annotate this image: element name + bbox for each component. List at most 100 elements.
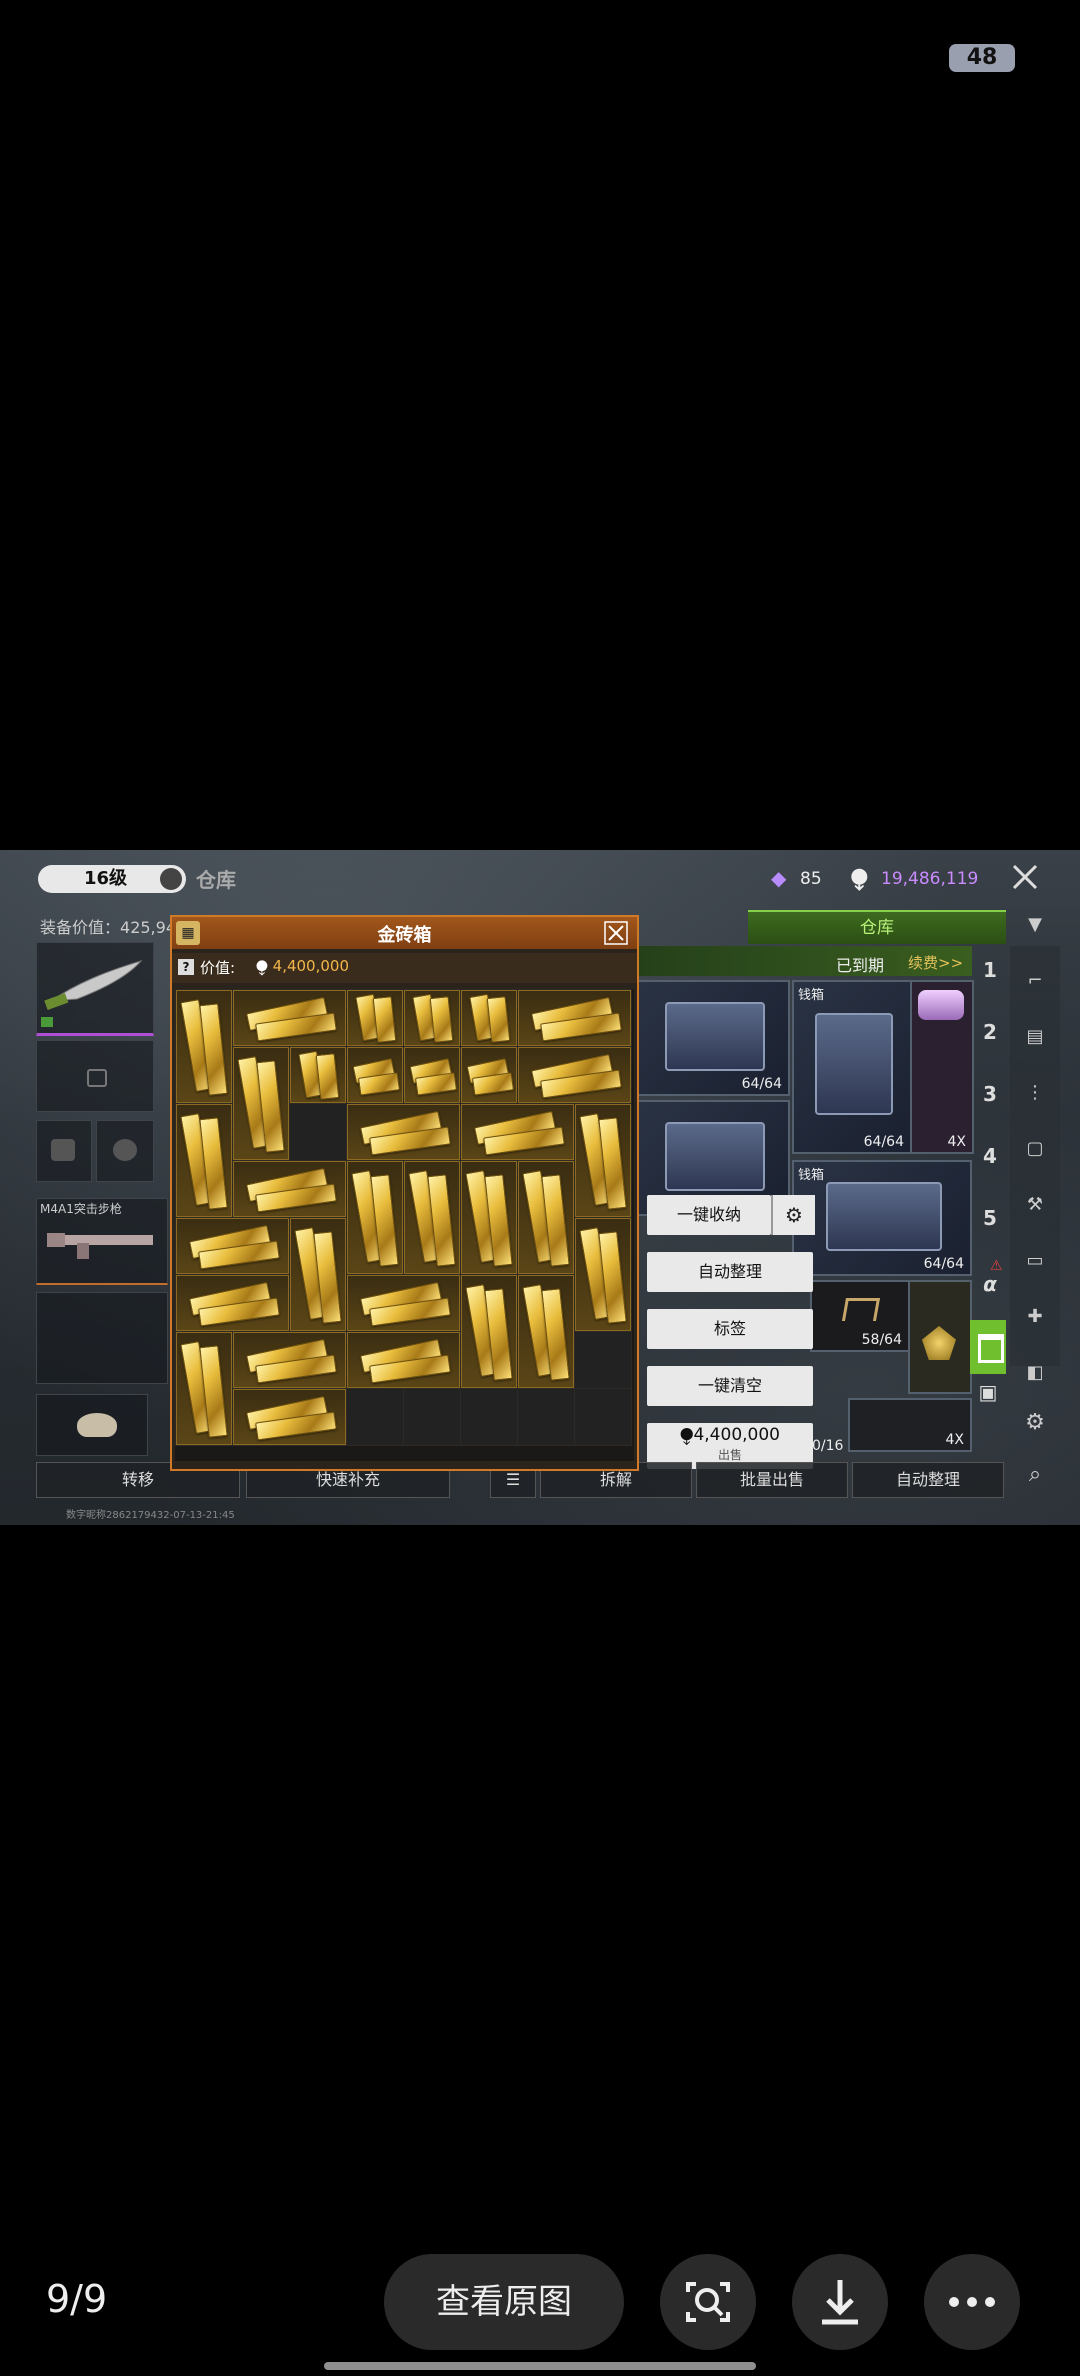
medal-icon [922, 1326, 956, 1360]
skin-item[interactable]: 4X [910, 980, 974, 1154]
gold-brick-item[interactable] [518, 1047, 631, 1103]
view-original-button[interactable]: 查看原图 [384, 2254, 624, 2350]
misc-icon[interactable]: ◧ [1022, 1362, 1048, 1384]
gold-brick-item[interactable] [233, 990, 346, 1046]
gold-brick-item[interactable] [347, 1104, 460, 1160]
tool-icon[interactable]: ⚒ [1022, 1194, 1048, 1216]
gold-brick-item[interactable] [233, 1389, 346, 1445]
stow-settings-icon[interactable]: ⚙ [771, 1195, 815, 1235]
gold-brick-item[interactable] [176, 1218, 289, 1274]
equip-value-label: 装备价值： [40, 918, 121, 937]
gold-brick-item[interactable] [290, 1047, 346, 1103]
ammo-icon[interactable]: ⋮ [1022, 1082, 1048, 1104]
gold-brick-item[interactable] [176, 990, 232, 1103]
tab-warehouse[interactable]: 仓库 [748, 910, 1006, 944]
gold-brick-item[interactable] [518, 1275, 574, 1388]
filter-icon[interactable]: ▼ [1022, 914, 1048, 936]
renew-link[interactable]: 续费>> [908, 952, 963, 973]
medical-icon[interactable]: ✚ [1022, 1306, 1048, 1328]
search-icon[interactable]: ⌕ [1022, 1462, 1048, 1487]
equip-slot-helmet[interactable] [36, 1120, 92, 1182]
gold-brick-item[interactable] [176, 1332, 232, 1445]
warehouse-icon [978, 1334, 1004, 1363]
auto-sort-bottom-button[interactable]: 自动整理 [852, 1462, 1004, 1498]
gold-brick-item[interactable] [461, 1047, 517, 1103]
footer-meta: 数字昵称2862179432-07-13-21:45 [66, 1510, 235, 1521]
equip-slot-2[interactable] [36, 1040, 154, 1112]
gold-brick-item[interactable] [461, 1275, 517, 1388]
gold-brick-item[interactable] [233, 1047, 289, 1160]
secondary-weapon-slot[interactable] [36, 1292, 168, 1384]
crate-item[interactable]: 钱箱 64/64 [792, 1160, 972, 1276]
gold-brick-item[interactable] [176, 1275, 289, 1331]
grid-cell [460, 1388, 518, 1446]
crate-count: 0/16 [812, 1438, 844, 1454]
gold-brick-item[interactable] [461, 1161, 517, 1274]
gold-brick-item[interactable] [233, 1161, 346, 1217]
page-tab-alpha[interactable]: α [974, 1272, 1006, 1296]
crate-item[interactable]: 64/64 [636, 980, 790, 1096]
gold-brick-item[interactable] [404, 1161, 460, 1274]
gold-brick-item[interactable] [347, 1047, 403, 1103]
pistol-icon[interactable]: ⌐ [1022, 970, 1048, 992]
shop-icon[interactable]: ▣ [974, 1380, 1002, 1408]
page-tab-3[interactable]: 3 [974, 1082, 1006, 1106]
medal-item[interactable] [908, 1280, 972, 1394]
download-button[interactable] [792, 2254, 888, 2350]
gold-brick-item[interactable] [575, 1104, 631, 1217]
clear-all-button[interactable]: 一键清空 [647, 1366, 813, 1406]
crate-icon [814, 1012, 894, 1116]
help-icon[interactable]: ? [178, 959, 194, 975]
warehouse-tab-active[interactable] [970, 1320, 1006, 1374]
page-tab-1[interactable]: 1 [974, 958, 1006, 982]
gold-brick-item[interactable] [404, 1047, 460, 1103]
crate-icon [665, 1002, 765, 1072]
knife-slot[interactable] [36, 942, 154, 1036]
gold-brick-item[interactable] [518, 990, 631, 1046]
gold-brick-item[interactable] [347, 1275, 460, 1331]
gold-brick-item[interactable] [347, 1161, 403, 1274]
page-tab-2[interactable]: 2 [974, 1020, 1006, 1044]
case-icon [841, 1298, 881, 1321]
gold-brick-item[interactable] [575, 1218, 631, 1331]
value-label: 价值: [200, 959, 236, 977]
attachment-icon[interactable]: ▢ [1022, 1138, 1048, 1160]
item-multiplier: 4X [945, 1432, 965, 1448]
level-icon [160, 868, 182, 890]
image-search-button[interactable] [660, 2254, 756, 2350]
close-icon[interactable] [604, 921, 628, 945]
gold-brick-item[interactable] [176, 1104, 232, 1217]
scan-search-icon [686, 2282, 730, 2322]
gold-brick-item[interactable] [404, 990, 460, 1046]
stow-all-button[interactable]: 一键收纳 [647, 1195, 771, 1235]
page-tab-4[interactable]: 4 [974, 1144, 1006, 1168]
crate-item[interactable]: 钱箱 64/64 [792, 980, 912, 1154]
case-item[interactable]: 58/64 [810, 1280, 910, 1352]
crate-count: 64/64 [923, 1256, 964, 1272]
sell-label: 出售 [717, 1448, 742, 1462]
gold-brick-item[interactable] [233, 1332, 346, 1388]
gold-brick-item[interactable] [461, 1104, 574, 1160]
grid-cell [517, 1388, 575, 1446]
gold-brick-item[interactable] [347, 990, 403, 1046]
auto-sort-button[interactable]: 自动整理 [647, 1252, 813, 1292]
value-amount: ⧭ 4,400,000 [256, 957, 349, 975]
item-multiplier: 4X [947, 1134, 967, 1150]
gold-brick-item[interactable] [347, 1332, 460, 1388]
gold-brick-item[interactable] [290, 1218, 346, 1331]
batch-sell-button[interactable]: 批量出售 [696, 1462, 848, 1498]
armor-icon[interactable]: ▤ [1022, 1026, 1048, 1048]
page-tab-5[interactable]: 5 [974, 1206, 1006, 1230]
gold-brick-item[interactable] [461, 990, 517, 1046]
card-icon[interactable]: ▭ [1022, 1250, 1048, 1272]
equip-slot-misc[interactable] [36, 1394, 148, 1456]
item-slot[interactable]: 4X [848, 1398, 972, 1452]
crate-count: 58/64 [861, 1332, 902, 1348]
gold-brick-item[interactable] [518, 1161, 574, 1274]
crate-count: 64/64 [741, 1076, 782, 1092]
equip-slot-armor[interactable] [96, 1120, 154, 1182]
settings-icon[interactable]: ⚙ [1022, 1410, 1048, 1435]
more-button[interactable] [924, 2254, 1020, 2350]
tags-button[interactable]: 标签 [647, 1309, 813, 1349]
close-icon[interactable] [1010, 862, 1040, 892]
